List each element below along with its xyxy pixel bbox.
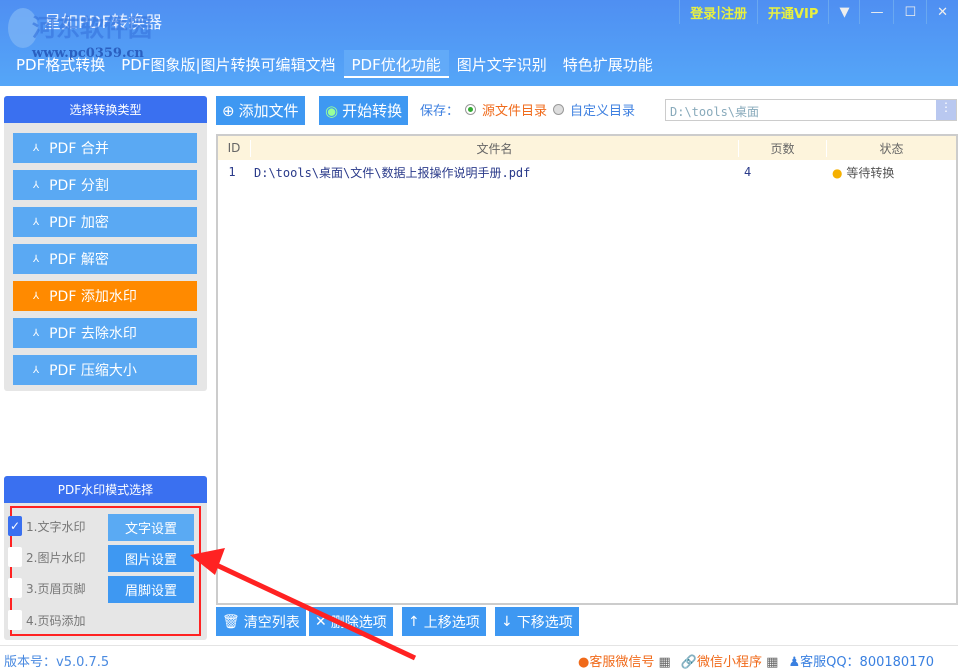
- image-settings-button[interactable]: 图片设置: [108, 545, 194, 572]
- func-encrypt[interactable]: ⅄ PDF 加密: [13, 207, 197, 237]
- conversion-type-panel: 选择转换类型 ⅄ PDF 合并 ⅄ PDF 分割 ⅄ PDF 加密 ⅄ PDF 解密 ⅄…: [4, 96, 207, 391]
- close-icon[interactable]: ✕: [926, 0, 958, 24]
- func-add-watermark[interactable]: ⅄ PDF 添加水印: [13, 281, 197, 311]
- title-bar: 星如PDF转换器 河东软件园 www.pc0359.cn 登录 | 注册 开通VIP…: [0, 0, 958, 86]
- qq-icon: ♟: [788, 655, 801, 670]
- window-controls: 登录 | 注册 开通VIP ▼ — ☐ ✕: [679, 0, 958, 24]
- radio-custom-dir[interactable]: [553, 104, 565, 115]
- option-image-watermark[interactable]: 2.图片水印: [8, 547, 85, 567]
- tab-pdf-format[interactable]: PDF格式转换: [8, 50, 113, 78]
- func-remove-watermark[interactable]: ⅄ PDF 去除水印: [13, 318, 197, 348]
- pdf-icon: ⅄: [33, 179, 40, 191]
- status-bar: 版本号：v5.0.7.5 ●客服微信号 ▦ 🔗微信小程序 ▦ ♟客服QQ：800…: [0, 645, 958, 671]
- header-footer-settings-button[interactable]: 眉脚设置: [108, 576, 194, 603]
- file-table: ID 文件名 页数 状态 1 D:\tools\桌面\文件\数据上报操作说明手册…: [216, 134, 958, 605]
- move-up-button[interactable]: ↑ 上移选项: [402, 607, 486, 636]
- custom-dir-label[interactable]: 自定义目录: [570, 100, 635, 119]
- output-path-input[interactable]: D:\tools\桌面 ⋮: [665, 99, 957, 121]
- panel-header: 选择转换类型: [4, 96, 207, 123]
- checkbox[interactable]: [8, 578, 22, 598]
- qr-icon: ▦: [658, 655, 671, 670]
- checkbox[interactable]: ✓: [8, 516, 22, 536]
- x-icon: ✕: [315, 613, 327, 630]
- plus-circle-icon: ⊕: [222, 101, 235, 120]
- tab-extensions[interactable]: 特色扩展功能: [555, 50, 661, 78]
- vip-link[interactable]: 开通VIP: [757, 0, 828, 24]
- move-down-button[interactable]: ↓ 下移选项: [495, 607, 579, 636]
- save-label: 保存：: [420, 104, 460, 119]
- clear-list-button[interactable]: 🗑 清空列表: [216, 607, 306, 636]
- arrow-down-icon: ↓: [501, 613, 513, 630]
- tab-pdf-optimize[interactable]: PDF优化功能: [343, 50, 449, 78]
- watermark-mode-panel: PDF水印模式选择 ✓ 1.文字水印 文字设置 2.图片水印 图片设置 3.页眉页…: [4, 476, 207, 640]
- play-circle-icon: ◉: [325, 101, 339, 120]
- main-tabs: PDF格式转换 PDF图象版|图片转换可编辑文档 PDF优化功能 图片文字识别 …: [8, 50, 661, 78]
- arrow-up-icon: ↑: [408, 613, 420, 630]
- delete-item-button[interactable]: ✕ 删除选项: [309, 607, 393, 636]
- pdf-icon: ⅄: [33, 327, 40, 339]
- func-compress[interactable]: ⅄ PDF 压缩大小: [13, 355, 197, 385]
- pdf-icon: ⅄: [33, 290, 40, 302]
- option-header-footer[interactable]: 3.页眉页脚: [8, 578, 85, 598]
- func-decrypt[interactable]: ⅄ PDF 解密: [13, 244, 197, 274]
- tab-ocr[interactable]: 图片文字识别: [449, 50, 555, 78]
- add-file-button[interactable]: ⊕ 添加文件: [216, 96, 305, 125]
- pdf-icon: ⅄: [33, 253, 40, 265]
- option-page-number[interactable]: 4.页码添加: [8, 610, 85, 630]
- pdf-icon: ⅄: [33, 364, 40, 376]
- mini-program-link[interactable]: 🔗微信小程序 ▦: [681, 651, 779, 670]
- menu-dropdown-icon[interactable]: ▼: [828, 0, 859, 24]
- option-text-watermark[interactable]: ✓ 1.文字水印: [8, 516, 85, 536]
- wechat-service-link[interactable]: ●客服微信号 ▦: [578, 651, 671, 670]
- clock-icon: ●: [832, 165, 843, 180]
- save-options: 保存： 源文件目录 自定义目录: [420, 100, 635, 119]
- minimize-icon[interactable]: —: [859, 0, 893, 24]
- qr-icon: ▦: [766, 655, 779, 670]
- source-dir-label[interactable]: 源文件目录: [482, 100, 547, 119]
- start-convert-button[interactable]: ◉ 开始转换: [319, 96, 409, 125]
- qq-service-link[interactable]: ♟客服QQ：800180170: [788, 651, 934, 670]
- func-split[interactable]: ⅄ PDF 分割: [13, 170, 197, 200]
- version-label: 版本号：v5.0.7.5: [4, 655, 110, 670]
- radio-source-dir[interactable]: [465, 104, 477, 115]
- login-link[interactable]: 登录: [690, 3, 716, 22]
- text-settings-button[interactable]: 文字设置: [108, 514, 194, 541]
- table-header: ID 文件名 页数 状态: [218, 136, 956, 160]
- pdf-icon: ⅄: [33, 216, 40, 228]
- browse-button[interactable]: ⋮: [936, 100, 956, 120]
- checkbox[interactable]: [8, 547, 22, 567]
- tab-pdf-image[interactable]: PDF图象版|图片转换可编辑文档: [113, 50, 343, 78]
- table-row[interactable]: 1 D:\tools\桌面\文件\数据上报操作说明手册.pdf 4 ● 等待转换: [218, 160, 956, 184]
- link-icon: 🔗: [680, 655, 697, 670]
- checkbox[interactable]: [8, 610, 22, 630]
- func-merge[interactable]: ⅄ PDF 合并: [13, 133, 197, 163]
- pdf-icon: ⅄: [33, 142, 40, 154]
- watermark-logo: 河东软件园: [32, 14, 152, 42]
- register-link[interactable]: 注册: [721, 3, 747, 22]
- maximize-icon[interactable]: ☐: [893, 0, 926, 24]
- wechat-icon: ●: [578, 655, 590, 670]
- trash-icon: 🗑: [222, 613, 240, 630]
- panel-header: PDF水印模式选择: [4, 476, 207, 503]
